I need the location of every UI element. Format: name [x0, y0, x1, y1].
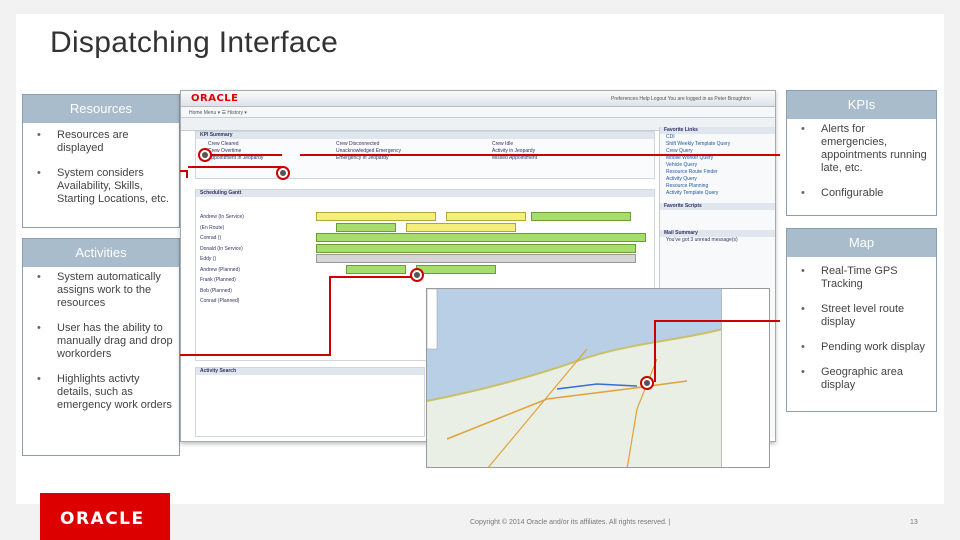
app-logo: ORACLE [191, 93, 239, 104]
activity-search-title: Activity Search [196, 368, 424, 375]
connector-line [654, 320, 656, 382]
gantt-bar[interactable] [446, 212, 526, 221]
list-item: Resources are displayed [37, 129, 173, 155]
crew-row[interactable]: Bob (Planned) [200, 286, 270, 297]
connector-line [186, 170, 188, 178]
oracle-logo-text: ORACLE [60, 509, 145, 529]
map-view[interactable] [426, 288, 770, 468]
map-legend [721, 289, 769, 467]
slide-title: Dispatching Interface [50, 26, 339, 59]
crew-row[interactable]: Donald (In Service) [200, 244, 270, 255]
scheduling-title: Scheduling Gantt [196, 190, 654, 197]
list-item: Real-Time GPS Tracking [801, 265, 930, 291]
map-graphic [427, 289, 724, 467]
list-item: Geographic area display [801, 366, 930, 392]
callout-marker [640, 376, 654, 390]
kpi-item[interactable]: Crew Disconnected [336, 141, 486, 148]
kpis-heading: KPIs [787, 91, 936, 119]
app-menubar: Home Menu ▾ ☰ History ▾ [181, 107, 775, 118]
list-item: Highlights activty details, such as emer… [37, 373, 173, 412]
connector-line [654, 320, 780, 322]
copyright-text: Copyright © 2014 Oracle and/or its affil… [470, 519, 671, 526]
list-item: Street level route display [801, 303, 930, 329]
map-list: Real-Time GPS Tracking Street level rout… [787, 257, 936, 408]
crew-row[interactable]: Eddy () [200, 254, 270, 265]
kpi-item[interactable]: Crew Cleared [208, 141, 348, 148]
crew-row[interactable]: Andrew (Planned) [200, 265, 270, 276]
list-item: System considers Availability, Skills, S… [37, 167, 173, 206]
connector-line [329, 276, 419, 278]
gantt-bar[interactable] [316, 243, 636, 253]
gantt-bar[interactable] [316, 233, 646, 242]
crew-list: Andrew (In Service) (En Route) Conrad () Do… [200, 212, 270, 307]
resources-heading: Resources [23, 95, 179, 123]
connector-line [329, 276, 331, 356]
kpis-list: Alerts for emergencies, appointments run… [787, 119, 936, 216]
kpi-summary-title: KPI Summary [196, 132, 654, 139]
list-item: System automatically assigns work to the… [37, 271, 173, 310]
callout-marker [276, 166, 290, 180]
gantt-bar[interactable] [316, 254, 636, 263]
connector-line [300, 154, 780, 156]
oracle-logo: ORACLE [40, 493, 170, 540]
favorite-link[interactable]: Vehicle Query [666, 162, 775, 169]
slide: Dispatching Interface Resources Resource… [0, 0, 960, 540]
kpi-item[interactable]: Missed Appointment [492, 155, 642, 162]
gantt-bar[interactable] [346, 264, 406, 274]
resources-list: Resources are displayed System considers… [23, 123, 179, 222]
connector-line [188, 166, 284, 168]
crew-row[interactable]: Andrew (In Service) [200, 212, 270, 223]
mail-summary-title: Mail Summary [660, 230, 775, 237]
map-panel: Map Real-Time GPS Tracking Street level … [786, 228, 937, 412]
kpi-item[interactable]: Crew Idle [492, 141, 642, 148]
list-item: Pending work display [801, 341, 930, 354]
crew-row[interactable]: Conrad () [200, 233, 270, 244]
gantt-bar[interactable] [336, 222, 396, 232]
favorite-link[interactable]: Resource Route Finder [666, 169, 775, 176]
app-header: ORACLE Preferences Help Logout You are l… [181, 91, 775, 107]
app-menu[interactable]: Home Menu ▾ ☰ History ▾ [189, 110, 247, 116]
activity-search-zone: Activity Search [195, 367, 425, 437]
resources-panel: Resources Resources are displayed System… [22, 94, 180, 228]
crew-row[interactable]: (En Route) [200, 223, 270, 234]
favorite-link[interactable]: Activity Template Query [666, 190, 775, 197]
activities-heading: Activities [23, 239, 179, 267]
favorite-link[interactable]: Mobile Worker Query [666, 155, 775, 162]
connector-line [210, 154, 282, 156]
favorite-link[interactable]: Shift Weekly Template Query [666, 141, 775, 148]
favorite-links-title: Favorite Links [660, 127, 775, 134]
gantt-bar[interactable] [416, 264, 496, 274]
crew-row[interactable]: Frank (Planned) [200, 275, 270, 286]
app-top-links: Preferences Help Logout You are logged i… [611, 96, 751, 102]
gantt-bar[interactable] [316, 212, 436, 221]
favorite-scripts-title: Favorite Scripts [660, 203, 775, 210]
kpi-item[interactable]: Emergency in Jeopardy [336, 155, 486, 162]
favorite-link[interactable]: Resource Planning [666, 183, 775, 190]
callout-marker [410, 268, 424, 282]
gantt-bar[interactable] [531, 212, 631, 221]
page-number: 13 [910, 519, 918, 526]
list-item: Alerts for emergencies, appointments run… [801, 123, 930, 175]
activities-list: System automatically assigns work to the… [23, 267, 179, 428]
list-item: User has the ability to manually drag an… [37, 322, 173, 361]
map-heading: Map [787, 229, 936, 257]
gantt-bar[interactable] [406, 222, 516, 232]
favorite-links-list: CDI Shift Weekly Template Query Crew Query… [660, 134, 775, 197]
favorite-link[interactable]: Activity Query [666, 176, 775, 183]
list-item: Configurable [801, 187, 930, 200]
activities-panel: Activities System automatically assigns … [22, 238, 180, 456]
connector-line [180, 354, 330, 356]
kpis-panel: KPIs Alerts for emergencies, appointment… [786, 90, 937, 216]
kpi-item[interactable]: Appointment in Jeopardy [208, 155, 348, 162]
mail-summary-text: You've got 3 unread message(s) [666, 237, 738, 243]
crew-row[interactable]: Conrad (Planned) [200, 296, 270, 307]
favorite-link[interactable]: CDI [666, 134, 775, 141]
